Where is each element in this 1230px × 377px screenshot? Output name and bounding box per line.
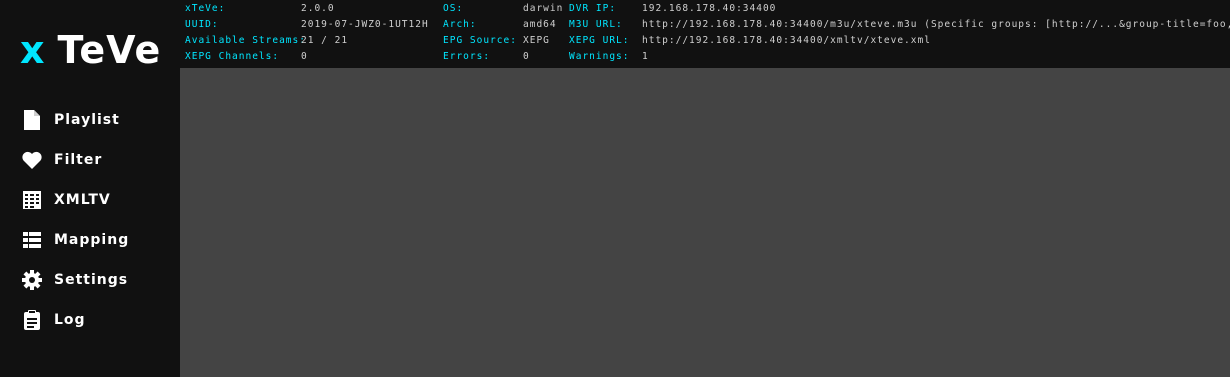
- logo-name: TeVe: [57, 28, 162, 72]
- info-value: 0: [301, 51, 308, 62]
- sidebar-item-settings[interactable]: Settings: [0, 260, 180, 300]
- sidebar-item-label: Mapping: [54, 232, 130, 248]
- sidebar-menu: Playlist Filter XMLTV Mapping Settings L…: [0, 100, 180, 340]
- app-logo[interactable]: x TeVe: [20, 28, 161, 72]
- sidebar-item-log[interactable]: Log: [0, 300, 180, 340]
- gear-icon: [22, 269, 42, 291]
- file-icon: [22, 109, 42, 131]
- info-key: xTeVe:: [185, 3, 226, 14]
- info-key: Available Streams:: [185, 35, 306, 46]
- sidebar-item-playlist[interactable]: Playlist: [0, 100, 180, 140]
- info-key: XEPG Channels:: [185, 51, 280, 62]
- logo-x: x: [20, 28, 46, 72]
- info-value: XEPG: [523, 35, 550, 46]
- sidebar-item-label: Settings: [54, 272, 129, 288]
- main-content: [180, 68, 1230, 377]
- info-value: 2.0.0: [301, 3, 335, 14]
- sidebar-item-xmltv[interactable]: XMLTV: [0, 180, 180, 220]
- heart-icon: [22, 149, 42, 171]
- info-key: XEPG URL:: [569, 35, 630, 46]
- xepg-url-link[interactable]: http://192.168.178.40:34400/xmltv/xteve.…: [642, 33, 931, 49]
- info-key: Warnings:: [569, 51, 630, 62]
- info-key: UUID:: [185, 19, 219, 30]
- info-value: 21 / 21: [301, 35, 349, 46]
- info-value: 2019-07-JWZ0-1UT12H: [301, 19, 429, 30]
- sidebar-item-label: Log: [54, 312, 86, 328]
- sidebar-item-label: Filter: [54, 152, 103, 168]
- info-key: DVR IP:: [569, 3, 617, 14]
- sidebar-item-label: XMLTV: [54, 192, 111, 208]
- info-value: 0: [523, 51, 530, 62]
- info-key: Arch:: [443, 19, 477, 30]
- calendar-grid-icon: [22, 189, 42, 211]
- status-header: xTeVe: 2.0.0 UUID: 2019-07-JWZ0-1UT12H A…: [180, 0, 1230, 68]
- info-value: amd64: [523, 19, 557, 30]
- sidebar-item-filter[interactable]: Filter: [0, 140, 180, 180]
- clipboard-icon: [22, 309, 42, 331]
- info-value[interactable]: 192.168.178.40:34400: [642, 1, 776, 17]
- info-key: EPG Source:: [443, 35, 517, 46]
- info-key: OS:: [443, 3, 464, 14]
- m3u-url-link[interactable]: http://192.168.178.40:34400/m3u/xteve.m3…: [642, 17, 1230, 33]
- sidebar: x TeVe Playlist Filter XMLTV Mapping Set…: [0, 0, 180, 377]
- info-key: M3U URL:: [569, 19, 623, 30]
- sidebar-item-label: Playlist: [54, 112, 120, 128]
- info-value: darwin: [523, 3, 564, 14]
- info-key: Errors:: [443, 51, 491, 62]
- list-icon: [22, 229, 42, 251]
- sidebar-item-mapping[interactable]: Mapping: [0, 220, 180, 260]
- info-value: 1: [642, 51, 649, 62]
